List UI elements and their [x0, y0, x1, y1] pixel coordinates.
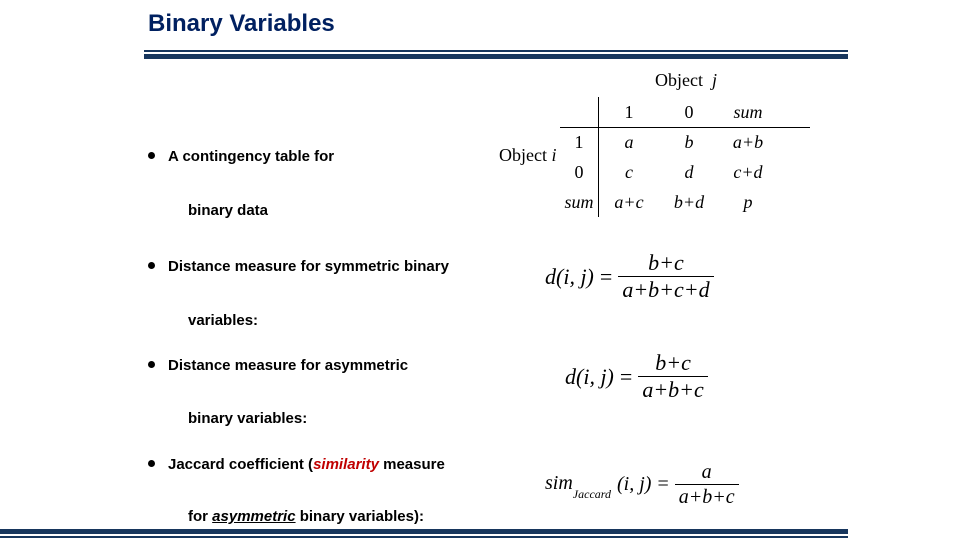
sim-name: simJaccard [545, 472, 611, 498]
col-1-header: 1 [598, 102, 660, 123]
row-1-stub: 1 [560, 132, 598, 153]
bullet-icon [148, 460, 155, 467]
dij-lhs: d(i, j) [565, 364, 614, 390]
similarity-word: similarity [313, 456, 379, 473]
bullet-4-line-2-post: binary variables): [296, 508, 424, 525]
jaccard-fraction: a a+b+c [675, 460, 739, 509]
slide: Binary Variables A contingency table for… [0, 0, 960, 540]
bullet-4-line-1-pre: Jaccard coefficient ( [168, 456, 313, 473]
object-i-var: i [551, 145, 556, 165]
equals: = [657, 473, 668, 496]
object-i-text: Object [499, 145, 547, 165]
sim-word: sim [545, 472, 573, 494]
jaccard-subscript: Jaccard [573, 487, 611, 501]
dij-lhs: d(i, j) [545, 264, 594, 290]
bullet-4-line-1-post: measure [379, 456, 445, 473]
row-sum-stub: sum [560, 192, 598, 213]
cell-b: b [660, 132, 718, 153]
table-header-row: 1 0 sum [560, 97, 778, 127]
table-row-0: 0 c d c+d [560, 157, 778, 187]
contingency-table: 1 0 sum 1 a b a+b 0 c d c+d sum a+c b+d … [560, 97, 778, 217]
bullet-2-line-1: Distance measure for symmetric binary [168, 258, 449, 275]
asymmetric-word: asymmetric [212, 508, 295, 525]
sim-args: (i, j) [617, 473, 651, 496]
cell-a-plus-c: a+c [598, 192, 660, 213]
cell-b-plus-d: b+d [660, 192, 718, 213]
sym-numerator: b+c [644, 250, 688, 276]
object-j-var: j [712, 70, 717, 90]
bullet-3-line-2: binary variables: [188, 408, 488, 429]
asym-numerator: b+c [651, 350, 695, 376]
col-0-header: 0 [660, 102, 718, 123]
bullet-icon [148, 361, 155, 368]
jaccard-formula: simJaccard (i, j) = a a+b+c [545, 460, 739, 509]
col-sum-header: sum [718, 102, 778, 123]
bullet-2-line-2: variables: [188, 310, 488, 331]
bullet-symmetric: Distance measure for symmetric binary [168, 256, 488, 277]
object-i-label: Object i [499, 145, 557, 166]
bullet-contingency: A contingency table for [168, 146, 468, 167]
bullet-4-line-2: for asymmetric binary variables): [188, 506, 528, 527]
cell-c-plus-d: c+d [718, 162, 778, 183]
jaccard-denominator: a+b+c [675, 485, 739, 509]
bullet-1-line-1: A contingency table for [168, 148, 334, 165]
bullet-asymmetric: Distance measure for asymmetric [168, 355, 468, 376]
bullet-jaccard: Jaccard coefficient (similarity measure [168, 454, 508, 475]
bullet-icon [148, 262, 155, 269]
cell-a-plus-b: a+b [718, 132, 778, 153]
equals: = [600, 264, 612, 290]
sym-denominator: a+b+c+d [618, 277, 713, 303]
object-j-text: Object [655, 70, 703, 90]
table-row-1: 1 a b a+b [560, 127, 778, 157]
slide-title: Binary Variables [148, 10, 335, 38]
table-hrule [560, 127, 810, 128]
bullet-3-line-1: Distance measure for asymmetric [168, 357, 408, 374]
cell-p: p [718, 192, 778, 213]
bullet-icon [148, 152, 155, 159]
cell-a: a [598, 132, 660, 153]
title-rule [144, 50, 848, 52]
footer-rule [0, 529, 848, 534]
table-vrule [598, 97, 599, 217]
symmetric-fraction: b+c a+b+c+d [618, 250, 713, 303]
cell-c: c [598, 162, 660, 183]
equals: = [620, 364, 632, 390]
cell-d: d [660, 162, 718, 183]
asymmetric-fraction: b+c a+b+c [638, 350, 707, 403]
asym-denominator: a+b+c [638, 377, 707, 403]
symmetric-distance-formula: d(i, j) = b+c a+b+c+d [545, 250, 714, 303]
row-0-stub: 0 [560, 162, 598, 183]
object-j-label: Object j [655, 70, 717, 91]
jaccard-numerator: a [698, 460, 716, 484]
bullet-1-line-2: binary data [188, 200, 488, 221]
table-row-sum: sum a+c b+d p [560, 187, 778, 217]
bullet-4-line-2-pre: for [188, 508, 212, 525]
asymmetric-distance-formula: d(i, j) = b+c a+b+c [565, 350, 708, 403]
